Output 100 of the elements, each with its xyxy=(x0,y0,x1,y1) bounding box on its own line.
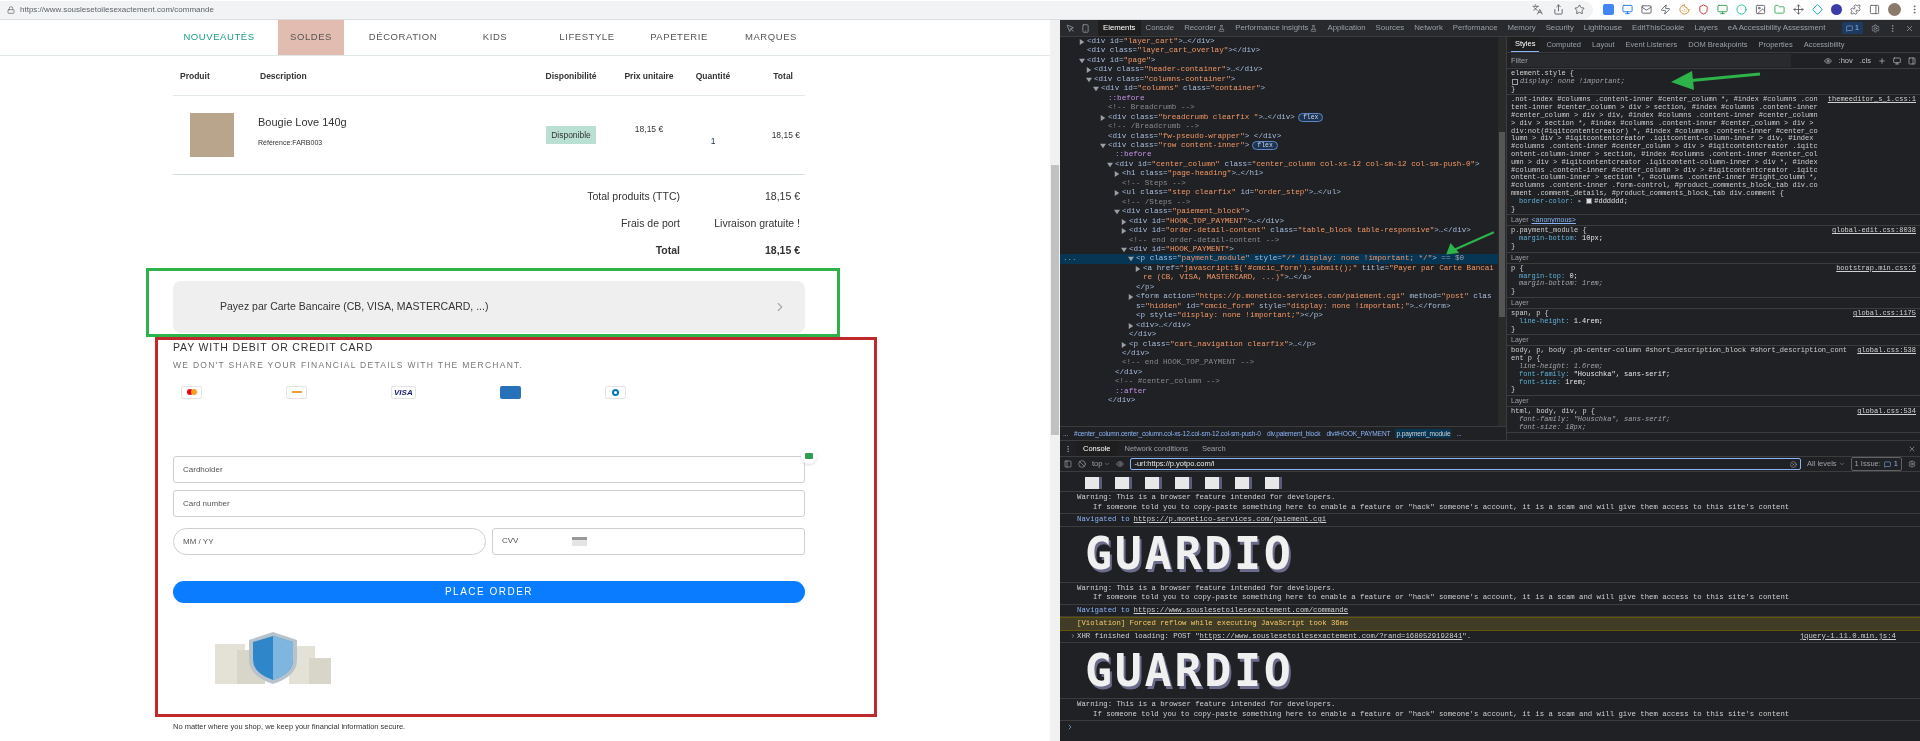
more-icon[interactable] xyxy=(1888,23,1897,33)
sidebar-icon[interactable] xyxy=(1064,460,1072,468)
expand-icon[interactable] xyxy=(1070,633,1076,640)
caret-right-icon[interactable] xyxy=(1114,171,1120,178)
caret-right-icon[interactable] xyxy=(1121,341,1127,348)
monitor-icon[interactable] xyxy=(1717,4,1728,15)
flask-icon xyxy=(1310,24,1318,32)
caret-right-icon[interactable] xyxy=(1079,39,1085,45)
checkbox[interactable] xyxy=(1512,78,1518,85)
side-panel-icon[interactable] xyxy=(1869,4,1880,15)
caret-right-icon[interactable] xyxy=(1100,114,1106,121)
column-header: Quantité xyxy=(695,70,731,83)
caret-down-icon[interactable] xyxy=(1114,209,1120,216)
prompt-icon[interactable] xyxy=(1066,723,1074,731)
cvv-field[interactable]: CVV xyxy=(492,527,805,555)
form-title: PAY WITH DEBIT OR CREDIT CARD xyxy=(173,340,375,354)
card-logo: VISA xyxy=(391,385,416,399)
nav-item[interactable]: NOUVEAUTÉS xyxy=(171,20,267,55)
mail-icon[interactable] xyxy=(1641,4,1652,15)
sidebar-icon[interactable] xyxy=(1908,56,1916,65)
nav-item[interactable]: LIFESTYLE xyxy=(547,20,627,55)
column-header: Total xyxy=(773,70,794,83)
line-total: 18,15 € xyxy=(771,128,801,142)
clear-icon[interactable] xyxy=(1078,460,1086,468)
settings-icon[interactable] xyxy=(1908,460,1916,468)
nav-item[interactable]: PAPETERIE xyxy=(638,20,720,55)
place-order-button[interactable]: PLACE ORDER xyxy=(173,580,805,603)
column-header: Produit xyxy=(179,70,210,83)
eye-icon[interactable] xyxy=(1116,460,1125,468)
add-icon[interactable] xyxy=(1878,56,1886,65)
payment-option[interactable]: Payez par Carte Bancaire (CB, VISA, MASTERCARD, ...) xyxy=(173,281,805,333)
caret-down-icon[interactable] xyxy=(1128,256,1134,263)
caret-right-icon[interactable] xyxy=(1135,265,1141,272)
caret-down-icon[interactable] xyxy=(1107,161,1113,168)
input-field[interactable]: Card number xyxy=(173,489,805,517)
product-name: Bougie Love 140g xyxy=(258,114,348,130)
card-icon xyxy=(572,536,587,546)
caret-down-icon[interactable] xyxy=(1100,143,1106,149)
caret-down-icon[interactable] xyxy=(1093,86,1099,93)
nav-item[interactable]: MARQUES xyxy=(733,20,809,55)
settings-icon[interactable] xyxy=(1871,23,1880,33)
input-field[interactable]: MM / YY xyxy=(173,527,486,555)
caret-icon xyxy=(1104,461,1111,467)
total-value: 18,15 € xyxy=(763,242,801,258)
caret-right-icon[interactable] xyxy=(1128,322,1134,329)
caret-down-icon[interactable] xyxy=(1086,76,1092,83)
unit-price: 18,15 € xyxy=(634,122,664,136)
scrollbar-thumb[interactable] xyxy=(1051,165,1059,435)
clear-icon[interactable] xyxy=(1789,460,1797,468)
cvv-input[interactable]: CVV xyxy=(502,535,572,548)
more-icon[interactable] xyxy=(1064,444,1072,453)
product-photo xyxy=(190,113,234,157)
caret-right-icon[interactable] xyxy=(1121,218,1127,225)
message-icon xyxy=(1845,24,1853,32)
diamond-icon[interactable] xyxy=(1812,4,1823,15)
caret-icon xyxy=(1838,461,1845,467)
share-icon[interactable] xyxy=(1553,4,1564,15)
url-text: https://www.souslesetoilesexactement.com/commande xyxy=(20,3,214,16)
column-header: Disponibilité xyxy=(545,70,597,83)
nav-item[interactable]: SOLDES xyxy=(278,20,344,55)
message-icon xyxy=(1883,460,1891,468)
caret-down-icon[interactable] xyxy=(1121,246,1127,253)
color-swatch[interactable] xyxy=(1586,197,1593,204)
lightning-icon[interactable] xyxy=(1660,4,1671,15)
column-header: Prix unitaire xyxy=(624,70,674,83)
caret-right-icon[interactable] xyxy=(1121,228,1127,235)
availability-badge: Disponible xyxy=(546,125,596,145)
image-icon[interactable] xyxy=(1755,4,1766,15)
puzzle-icon[interactable] xyxy=(1850,4,1861,15)
extension-badge[interactable] xyxy=(801,447,817,464)
move-icon[interactable] xyxy=(1793,4,1804,15)
screen-icon[interactable] xyxy=(1622,4,1633,15)
device-icon[interactable] xyxy=(1081,23,1090,33)
column-header: Description xyxy=(259,70,307,83)
close-icon[interactable] xyxy=(1905,23,1914,33)
total-label: Total produits (TTC) xyxy=(586,188,680,204)
form-subtitle: WE DON'T SHARE YOUR FINANCIAL DETAILS WITH THE MERCHANT. xyxy=(173,359,525,372)
caret-right-icon[interactable] xyxy=(1128,294,1134,301)
cookie-icon[interactable] xyxy=(1679,4,1690,15)
caret-right-icon[interactable] xyxy=(1086,67,1092,74)
visibility-icon[interactable] xyxy=(1823,56,1832,65)
inspect-icon[interactable] xyxy=(1066,23,1075,33)
close-icon[interactable] xyxy=(1908,444,1916,453)
flask-icon xyxy=(1218,24,1226,32)
scrollbar-thumb[interactable] xyxy=(1499,132,1505,317)
total-label: Total xyxy=(654,242,680,258)
input-field[interactable]: Cardholder xyxy=(173,455,805,483)
caret-down-icon[interactable] xyxy=(1079,57,1085,64)
shield-icon[interactable] xyxy=(1698,4,1709,15)
total-label: Frais de port xyxy=(620,215,680,231)
ascii-art-title: GUARDIO xyxy=(1085,529,1294,579)
total-value: Livraison gratuite ! xyxy=(713,215,801,231)
ascii-art-title: GUARDIO xyxy=(1085,645,1294,696)
avatar[interactable] xyxy=(1888,3,1901,16)
nav-item[interactable]: KIDS xyxy=(470,20,520,55)
nav-item[interactable]: DÉCORATION xyxy=(356,20,450,55)
lock-icon xyxy=(7,5,15,14)
total-value: 18,15 € xyxy=(763,188,801,204)
star-icon[interactable] xyxy=(1574,4,1585,15)
caret-right-icon[interactable] xyxy=(1114,190,1120,197)
